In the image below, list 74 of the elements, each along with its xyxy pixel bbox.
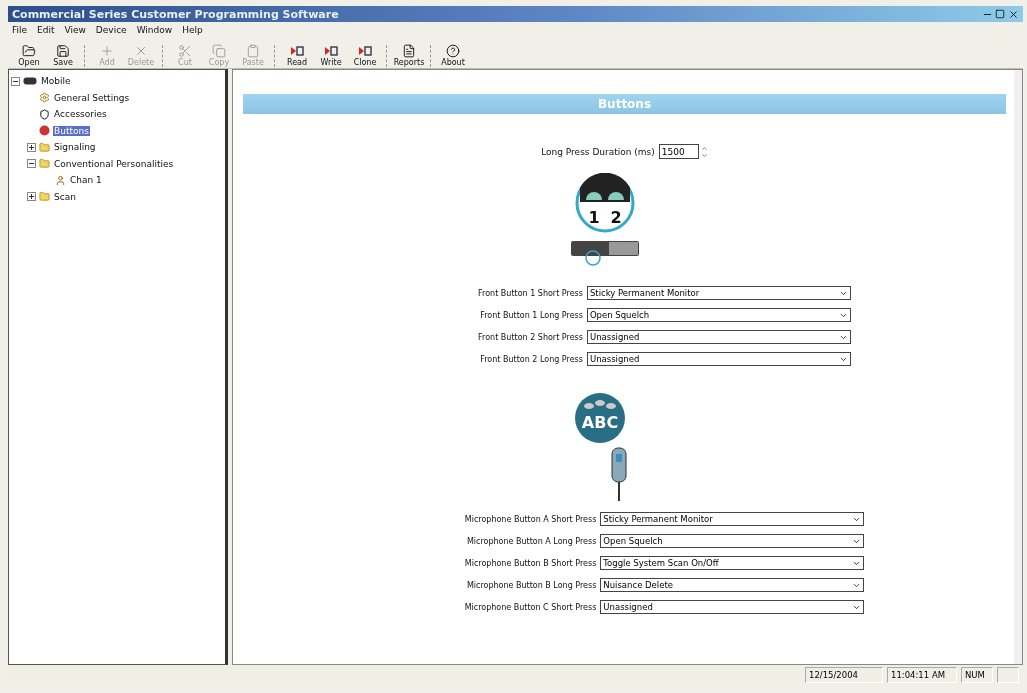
menu-item[interactable]: Help bbox=[182, 24, 203, 35]
window-title: Commercial Series Customer Programming Software bbox=[12, 7, 340, 21]
toolbar-button[interactable]: Clone bbox=[348, 44, 382, 67]
tree-item[interactable]: Signaling bbox=[53, 142, 97, 153]
dropdown[interactable]: Nuisance Delete bbox=[600, 578, 865, 592]
field-label: Front Button 2 Short Press bbox=[478, 332, 583, 342]
dropdown[interactable]: Toggle System Scan On/Off bbox=[600, 556, 865, 570]
toolbar-button[interactable]: Save bbox=[46, 44, 80, 67]
person-icon bbox=[55, 174, 66, 186]
tree-item[interactable]: Chan 1 bbox=[69, 175, 103, 186]
field-label: Front Button 1 Short Press bbox=[478, 288, 583, 298]
tree-item[interactable]: General Settings bbox=[53, 92, 131, 103]
field-label: Front Button 2 Long Press bbox=[480, 354, 583, 364]
field-label: Microphone Button A Short Press bbox=[464, 514, 597, 524]
folder-icon bbox=[39, 158, 50, 170]
dropdown[interactable]: Sticky Permanent Monitor bbox=[600, 512, 865, 526]
tree-item[interactable]: Buttons bbox=[53, 125, 90, 136]
toolbar-button[interactable]: Write bbox=[314, 44, 348, 67]
field-label: Microphone Button B Long Press bbox=[466, 580, 597, 590]
help-icon bbox=[446, 44, 460, 58]
scissors-icon bbox=[178, 44, 192, 58]
arrow-device-icon bbox=[358, 44, 372, 58]
dropdown[interactable]: Unassigned bbox=[586, 330, 851, 344]
num-lock-text: NUM bbox=[961, 667, 993, 683]
field-label: Microphone Button C Short Press bbox=[464, 602, 597, 612]
shield-icon bbox=[39, 108, 50, 120]
menu-item[interactable]: Edit bbox=[37, 24, 55, 35]
folder-icon bbox=[22, 44, 36, 58]
field-label: Front Button 1 Long Press bbox=[480, 310, 583, 320]
microphone-drawing: ABC bbox=[569, 392, 640, 502]
cross-icon bbox=[134, 44, 148, 58]
number-field[interactable]: 1500 bbox=[658, 144, 699, 159]
dropdown[interactable]: Open Squelch bbox=[600, 534, 865, 548]
panel-header: Buttons bbox=[243, 94, 1006, 114]
arrow-device-icon bbox=[290, 44, 304, 58]
plus-icon bbox=[100, 44, 114, 58]
field-label: Long Press Duration (ms) bbox=[541, 146, 655, 157]
expand-toggle[interactable] bbox=[27, 192, 36, 202]
clipboard-icon bbox=[246, 44, 260, 58]
menu-item[interactable]: File bbox=[12, 24, 28, 35]
dropdown[interactable]: Sticky Permanent Monitor bbox=[586, 286, 851, 300]
maximize-icon[interactable] bbox=[995, 8, 1006, 20]
document-icon bbox=[402, 44, 416, 58]
close-icon[interactable] bbox=[1008, 8, 1019, 20]
expand-toggle[interactable] bbox=[27, 142, 36, 152]
field-label: Microphone Button B Short Press bbox=[464, 558, 597, 568]
toolbar-button[interactable]: Open bbox=[12, 44, 46, 67]
folder-icon bbox=[39, 141, 50, 153]
time-text: 11:04:11 AM bbox=[887, 667, 957, 683]
dropdown[interactable]: Open Squelch bbox=[586, 308, 851, 322]
menu-item[interactable]: Window bbox=[136, 24, 173, 35]
radio-icon bbox=[23, 77, 37, 86]
tree-item[interactable]: Scan bbox=[53, 191, 77, 202]
collapse-toggle[interactable] bbox=[11, 76, 20, 86]
date-text: 12/15/2004 bbox=[805, 667, 883, 683]
menu-item[interactable]: View bbox=[64, 24, 86, 35]
tree-item[interactable]: Mobile bbox=[40, 76, 72, 87]
toolbar-button[interactable]: Read bbox=[280, 44, 314, 67]
status-panel bbox=[997, 667, 1019, 683]
copy-icon bbox=[212, 44, 226, 58]
round-button-icon bbox=[39, 125, 50, 137]
settings-icon bbox=[39, 92, 50, 104]
toolbar-button[interactable]: About bbox=[436, 44, 470, 67]
front-buttons-drawing: 1 2 bbox=[556, 173, 653, 268]
dropdown[interactable]: Unassigned bbox=[600, 600, 865, 614]
folder-icon bbox=[39, 191, 50, 203]
dropdown[interactable]: Unassigned bbox=[586, 352, 851, 366]
menu-item[interactable]: Device bbox=[95, 24, 127, 35]
collapse-toggle[interactable] bbox=[27, 159, 36, 169]
tree-item[interactable]: Conventional Personalities bbox=[53, 158, 175, 169]
toolbar-button[interactable]: Reports bbox=[392, 44, 426, 67]
tree-item[interactable]: Accessories bbox=[53, 109, 108, 120]
field-label: Microphone Button A Long Press bbox=[466, 536, 597, 546]
arrow-device-icon bbox=[324, 44, 338, 58]
